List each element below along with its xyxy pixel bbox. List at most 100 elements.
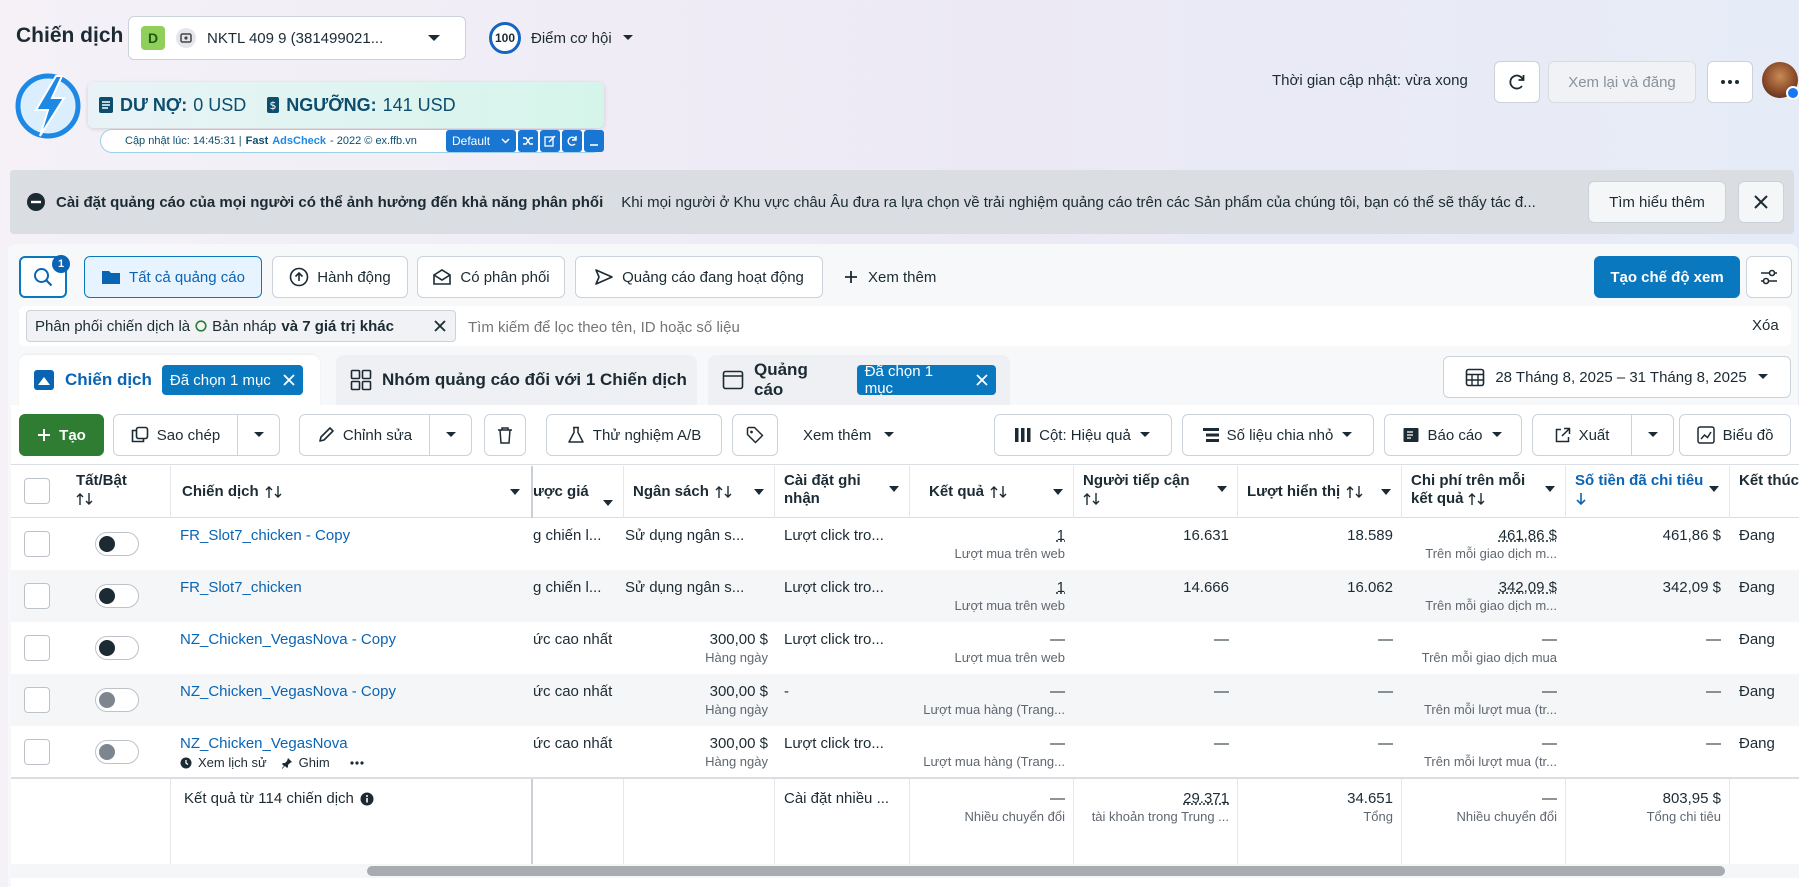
row-checkbox[interactable]: [24, 739, 50, 765]
close-icon[interactable]: [976, 374, 988, 386]
ads-selection-chip[interactable]: Đã chọn 1 mục: [856, 363, 996, 397]
review-publish-button[interactable]: Xem lại và đăng: [1548, 61, 1696, 103]
edit-button[interactable]: Chỉnh sửa: [299, 414, 430, 456]
export-dropdown-button[interactable]: [1631, 414, 1674, 456]
campaign-name-link[interactable]: NZ_Chicken_VegasNova - Copy: [180, 683, 520, 701]
col-cpr-header[interactable]: Chi phí trên mỗi kết quả: [1401, 466, 1565, 518]
scrollbar-thumb[interactable]: [367, 866, 1725, 876]
see-more-filters[interactable]: Xem thêm: [844, 256, 936, 298]
campaign-name-link[interactable]: NZ_Chicken_VegasNova: [180, 735, 520, 753]
col-budget-header[interactable]: Ngân sách: [623, 466, 774, 518]
export-button[interactable]: Xuất: [1532, 414, 1632, 456]
close-banner-button[interactable]: [1738, 181, 1784, 223]
adscheck-profile-select[interactable]: Default: [446, 130, 516, 152]
view-settings-button[interactable]: [1746, 256, 1792, 298]
ab-test-button[interactable]: Thử nghiệm A/B: [546, 414, 722, 456]
row-checkbox[interactable]: [24, 687, 50, 713]
select-all-checkbox[interactable]: [24, 478, 50, 504]
summary-text: Kết quả từ 114 chiến dịch: [184, 790, 354, 807]
campaign-name-link[interactable]: NZ_Chicken_VegasNova - Copy: [180, 631, 520, 649]
col-results-header[interactable]: Kết quả: [909, 466, 1073, 518]
col-bid-header[interactable]: ược giá: [533, 466, 623, 518]
filter-actions[interactable]: Hành động: [272, 256, 408, 298]
tab-campaigns[interactable]: Chiến dịch Đã chọn 1 mục: [19, 355, 320, 405]
refresh-icon[interactable]: [562, 130, 582, 152]
filter-active-ads[interactable]: Quảng cáo đang hoạt động: [575, 256, 823, 298]
breakdown-button[interactable]: Số liệu chia nhỏ: [1182, 414, 1374, 456]
tag-button[interactable]: [732, 414, 778, 456]
cell-spent: —: [1566, 683, 1721, 701]
cell-reach-value: 14.666: [1183, 579, 1229, 596]
clear-filters-link[interactable]: Xóa: [1752, 317, 1779, 334]
delete-button[interactable]: [484, 414, 526, 456]
cell-result: — Lượt mua hàng (Trang...: [910, 683, 1065, 719]
campaign-name-link[interactable]: FR_Slot7_chicken: [180, 579, 520, 597]
row-checkbox[interactable]: [24, 531, 50, 557]
shuffle-icon[interactable]: [518, 130, 538, 152]
filter-delivery[interactable]: Có phân phối: [417, 256, 565, 298]
filter-all-ads[interactable]: Tất cả quảng cáo: [84, 256, 262, 298]
col-ends-header[interactable]: Kết thúc: [1729, 466, 1799, 518]
refresh-icon: [1507, 72, 1527, 92]
cell-end: Đang: [1739, 683, 1799, 701]
more-horizontal-icon[interactable]: [350, 760, 364, 765]
debt-label: DƯ NỢ:: [120, 94, 188, 115]
history-icon: [180, 757, 192, 769]
pin-link[interactable]: Ghim: [299, 755, 330, 770]
close-icon[interactable]: [283, 374, 295, 386]
account-name: NKTL 409 9 (381499021...: [207, 29, 384, 47]
summary-impressions-value: 34.651: [1347, 790, 1393, 807]
tab-adsets[interactable]: Nhóm quảng cáo đối với 1 Chiến dịch: [336, 355, 697, 405]
filter-search-input[interactable]: [468, 312, 1718, 342]
campaign-name-link[interactable]: FR_Slot7_chicken - Copy: [180, 527, 520, 545]
document-icon: [98, 96, 114, 114]
campaign-toggle[interactable]: [95, 636, 139, 660]
date-range-picker[interactable]: 28 Tháng 8, 2025 – 31 Tháng 8, 2025: [1443, 356, 1791, 398]
summary-spent-sub: Tổng chi tiêu: [1646, 809, 1721, 824]
campaign-toggle[interactable]: [95, 740, 139, 764]
row-checkbox[interactable]: [24, 583, 50, 609]
edit-icon[interactable]: [540, 130, 560, 152]
columns-button[interactable]: Cột: Hiệu quả: [994, 414, 1172, 456]
campaign-selection-chip[interactable]: Đã chọn 1 mục: [161, 365, 303, 395]
toolbar-more-button[interactable]: Xem thêm: [803, 414, 895, 456]
more-options-button[interactable]: [1707, 61, 1753, 103]
page-title: Chiến dịch: [16, 24, 124, 47]
learn-more-button[interactable]: Tìm hiểu thêm: [1588, 181, 1726, 223]
row-checkbox[interactable]: [24, 635, 50, 661]
campaign-toggle[interactable]: [95, 532, 139, 556]
cell-bid: g chiến l...: [533, 527, 619, 545]
filter-chip[interactable]: Phân phối chiến dịch là Bản nháp và 7 gi…: [26, 310, 456, 342]
cell-end: Đang: [1739, 579, 1799, 597]
col-toggle-header[interactable]: Tất/Bật: [66, 466, 170, 518]
campaign-toggle[interactable]: [95, 688, 139, 712]
col-reach-header[interactable]: Người tiếp cận: [1073, 466, 1237, 518]
col-campaign-header[interactable]: Chiến dịch: [172, 466, 530, 518]
edit-dropdown-button[interactable]: [429, 414, 472, 456]
col-spent-header[interactable]: Số tiền đã chi tiêu: [1565, 466, 1729, 518]
copy-button[interactable]: Sao chép: [113, 414, 238, 456]
create-button[interactable]: Tạo: [19, 414, 104, 456]
cell-result-value: —: [1050, 631, 1065, 648]
summary-reach-sub: tài khoản trong Trung ...: [1091, 809, 1229, 824]
tab-ads[interactable]: Quảng cáo Đã chọn 1 mục: [708, 355, 1010, 405]
toggle-knob: [99, 692, 115, 708]
trash-icon: [497, 426, 513, 444]
cell-cpr-value: —: [1542, 735, 1557, 752]
charts-button[interactable]: Biểu đồ: [1679, 414, 1791, 456]
close-icon[interactable]: [433, 319, 447, 333]
refresh-button[interactable]: [1494, 61, 1540, 103]
create-view-button[interactable]: Tạo chế độ xem: [1594, 256, 1740, 298]
copy-dropdown-button[interactable]: [237, 414, 280, 456]
opportunity-score[interactable]: 100 Điểm cơ hội: [489, 22, 634, 54]
reports-button[interactable]: Báo cáo: [1384, 414, 1522, 456]
minimize-icon[interactable]: [584, 130, 604, 152]
col-impressions-header[interactable]: Lượt hiển thị: [1237, 466, 1401, 518]
toggle-knob: [99, 640, 115, 656]
info-icon[interactable]: [360, 792, 374, 806]
campaign-toggle[interactable]: [95, 584, 139, 608]
cell-result-sub: Lượt mua trên web: [954, 546, 1065, 561]
view-history-link[interactable]: Xem lịch sử: [198, 755, 267, 770]
account-selector[interactable]: D NKTL 409 9 (381499021...: [128, 16, 466, 60]
col-attribution-header[interactable]: Cài đặt ghi nhận: [774, 466, 909, 518]
